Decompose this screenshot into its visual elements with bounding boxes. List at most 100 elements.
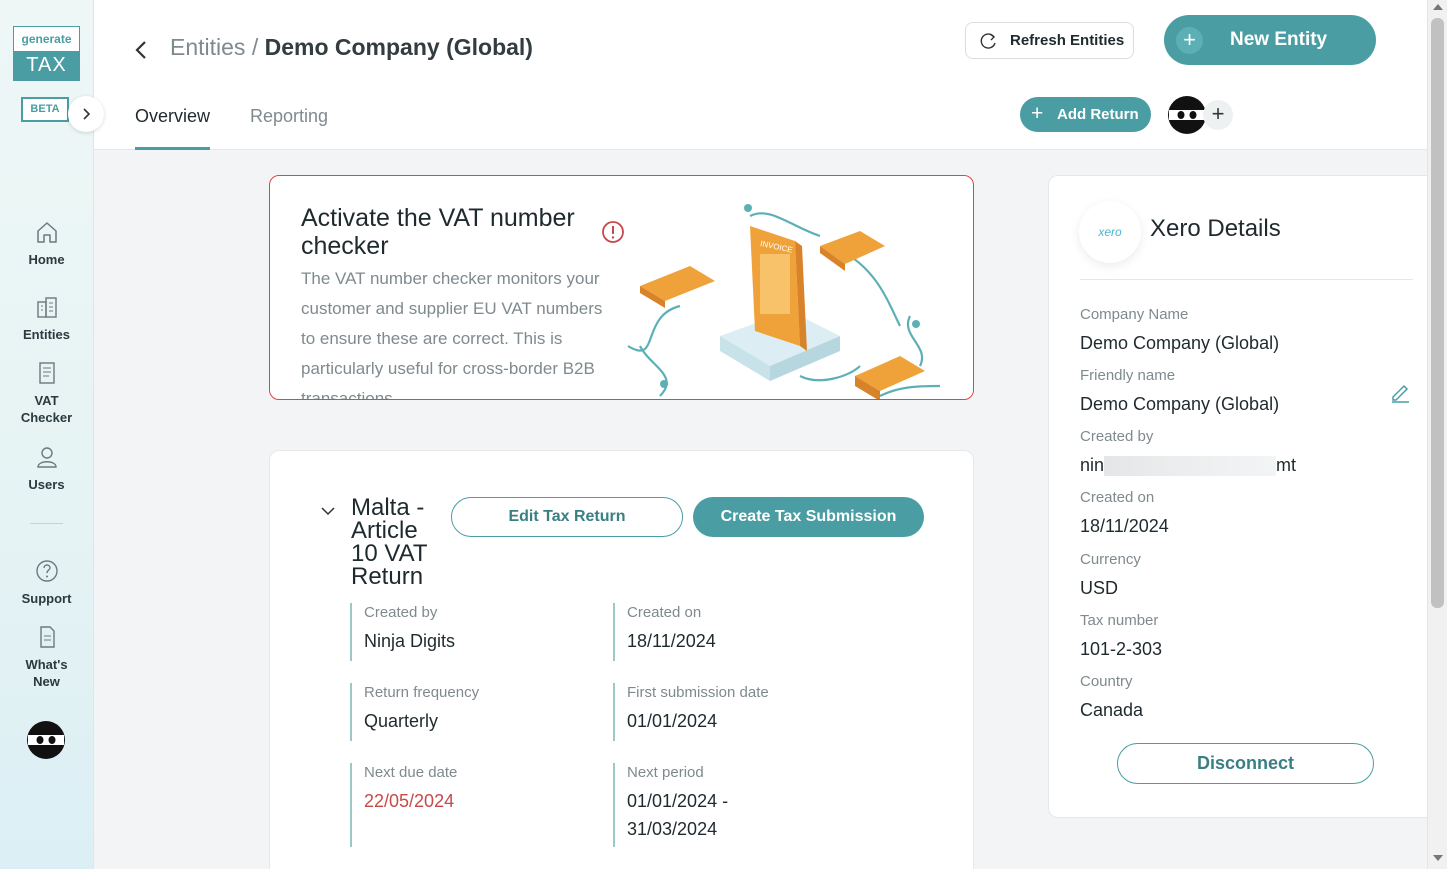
page-scrollbar[interactable] bbox=[1427, 0, 1447, 869]
field-label: Company Name bbox=[1080, 306, 1189, 323]
field-value: 01/01/2024 bbox=[627, 711, 718, 731]
add-return-label: Add Return bbox=[1057, 106, 1139, 123]
field-value: Demo Company (Global) bbox=[1080, 333, 1280, 353]
back-arrow-icon[interactable] bbox=[130, 38, 154, 62]
xero-tax-number: Tax number 101-2-303 bbox=[1080, 611, 1162, 663]
new-entity-label: New Entity bbox=[1230, 29, 1328, 50]
field-label: First submission date bbox=[627, 684, 769, 701]
tab-overview[interactable]: Overview bbox=[135, 106, 211, 150]
logo-top-text: generate bbox=[21, 32, 72, 46]
invoice-illustration: INVOICE bbox=[627, 204, 941, 399]
sidebar-item-entities[interactable]: Entities bbox=[0, 294, 93, 343]
edit-tax-return-button[interactable]: Edit Tax Return bbox=[451, 497, 683, 537]
field-label: Next period bbox=[627, 764, 704, 781]
tab-reporting[interactable]: Reporting bbox=[250, 106, 328, 150]
field-created-on: Created on 18/11/2024 bbox=[613, 603, 716, 661]
xero-currency: Currency USD bbox=[1080, 550, 1141, 602]
xero-details-card: xero Xero Details Company Name Demo Comp… bbox=[1048, 175, 1428, 818]
logo-bottom-text: TAX bbox=[14, 51, 79, 80]
breadcrumb: Entities / Demo Company (Global) bbox=[170, 34, 533, 61]
sidebar-divider bbox=[30, 523, 63, 524]
tax-return-card: Malta - Article 10 VAT Return Edit Tax R… bbox=[269, 450, 974, 869]
created-by-end: mt bbox=[1276, 455, 1297, 475]
field-value: 18/11/2024 bbox=[1080, 516, 1169, 536]
vat-checker-banner[interactable]: Activate the VAT number checker The VAT … bbox=[269, 175, 974, 400]
buildings-icon bbox=[36, 297, 57, 318]
breadcrumb-separator: / bbox=[251, 34, 259, 60]
sidebar-item-users[interactable]: Users bbox=[0, 444, 93, 493]
add-return-button[interactable]: + Add Return bbox=[1020, 97, 1151, 132]
field-label: Created by bbox=[364, 604, 438, 621]
member-avatar[interactable] bbox=[1167, 95, 1207, 135]
field-value: nin mt bbox=[1080, 451, 1296, 479]
sidebar-item-label: New bbox=[33, 674, 60, 689]
sidebar-item-label: Checker bbox=[20, 410, 73, 425]
xero-company-name: Company Name Demo Company (Global) bbox=[1080, 305, 1279, 357]
news-icon bbox=[39, 626, 55, 648]
field-label: Created on bbox=[1080, 489, 1155, 506]
add-member-button[interactable]: + bbox=[1203, 100, 1233, 130]
user-icon bbox=[36, 447, 57, 468]
field-label: Next due date bbox=[364, 764, 458, 781]
field-value: 01/01/2024 - 31/03/2024 bbox=[627, 787, 728, 843]
sidebar-item-whats-new[interactable]: What's New bbox=[0, 624, 93, 690]
create-tax-submission-button[interactable]: Create Tax Submission bbox=[693, 497, 924, 537]
field-label: Tax number bbox=[1080, 612, 1159, 629]
xero-friendly-name: Friendly name Demo Company (Global) bbox=[1080, 366, 1279, 418]
sidebar-item-label: What's bbox=[25, 657, 68, 672]
refresh-entities-button[interactable]: Refresh Entities bbox=[965, 22, 1134, 59]
ninja-avatar[interactable] bbox=[26, 720, 66, 760]
sidebar-item-label: Support bbox=[21, 591, 72, 606]
sidebar-item-label: Users bbox=[28, 477, 65, 492]
sidebar-item-label: Home bbox=[28, 252, 65, 267]
document-icon bbox=[38, 362, 55, 384]
beta-badge: BETA bbox=[21, 97, 69, 122]
disconnect-button[interactable]: Disconnect bbox=[1117, 743, 1374, 784]
sidebar-item-vat-checker[interactable]: VAT Checker bbox=[0, 360, 93, 426]
sidebar: generate TAX BETA Home Entities VAT Chec… bbox=[0, 0, 104, 869]
field-label: Created by bbox=[1080, 428, 1154, 445]
field-value: Ninja Digits bbox=[364, 631, 456, 651]
new-entity-button[interactable]: + New Entity bbox=[1164, 15, 1376, 65]
xero-country: Country Canada bbox=[1080, 672, 1143, 724]
sidebar-item-support[interactable]: Support bbox=[0, 558, 93, 607]
redacted-email bbox=[1104, 456, 1277, 477]
home-icon bbox=[36, 222, 57, 243]
tax-return-title: Malta - Article 10 VAT Return bbox=[351, 494, 428, 590]
plus-icon: + bbox=[1211, 101, 1225, 126]
banner-title: Activate the VAT number checker bbox=[301, 204, 575, 260]
next-period-start: 01/01/2024 - bbox=[627, 791, 729, 811]
breadcrumb-entities-link[interactable]: Entities bbox=[170, 34, 245, 60]
question-icon bbox=[35, 560, 58, 582]
field-value: 101-2-303 bbox=[1080, 639, 1163, 659]
field-label: Country bbox=[1080, 673, 1133, 690]
xero-created-by: Created by nin mt bbox=[1080, 427, 1296, 479]
field-value: Demo Company (Global) bbox=[1080, 394, 1280, 414]
field-value: USD bbox=[1080, 578, 1119, 598]
page-header: Entities / Demo Company (Global) Overvie… bbox=[94, 0, 1427, 150]
plus-icon: + bbox=[1176, 27, 1203, 54]
plus-icon: + bbox=[1031, 102, 1044, 125]
field-next-due-date: Next due date 22/05/2024 bbox=[350, 763, 457, 847]
scroll-up-icon[interactable] bbox=[1433, 4, 1443, 10]
field-label: Friendly name bbox=[1080, 367, 1176, 384]
pencil-icon[interactable] bbox=[1389, 381, 1411, 403]
field-created-by: Created by Ninja Digits bbox=[350, 603, 455, 661]
field-label: Created on bbox=[627, 604, 702, 621]
refresh-icon bbox=[980, 33, 996, 49]
divider bbox=[1080, 279, 1413, 280]
field-value: Canada bbox=[1080, 700, 1144, 720]
expand-sidebar-button[interactable] bbox=[68, 96, 104, 132]
scrollbar-thumb[interactable] bbox=[1431, 18, 1444, 608]
page-title: Demo Company (Global) bbox=[264, 34, 533, 60]
generate-tax-logo[interactable]: generate TAX bbox=[13, 26, 80, 81]
created-by-start: nin bbox=[1080, 455, 1105, 475]
xero-logo: xero bbox=[1079, 201, 1141, 263]
scroll-down-icon[interactable] bbox=[1433, 855, 1443, 861]
refresh-entities-label: Refresh Entities bbox=[1010, 32, 1125, 49]
field-label: Currency bbox=[1080, 551, 1141, 568]
field-label: Return frequency bbox=[364, 684, 480, 701]
chevron-down-icon[interactable] bbox=[320, 503, 336, 519]
sidebar-item-home[interactable]: Home bbox=[0, 219, 93, 268]
next-period-end: 31/03/2024 bbox=[627, 819, 718, 839]
